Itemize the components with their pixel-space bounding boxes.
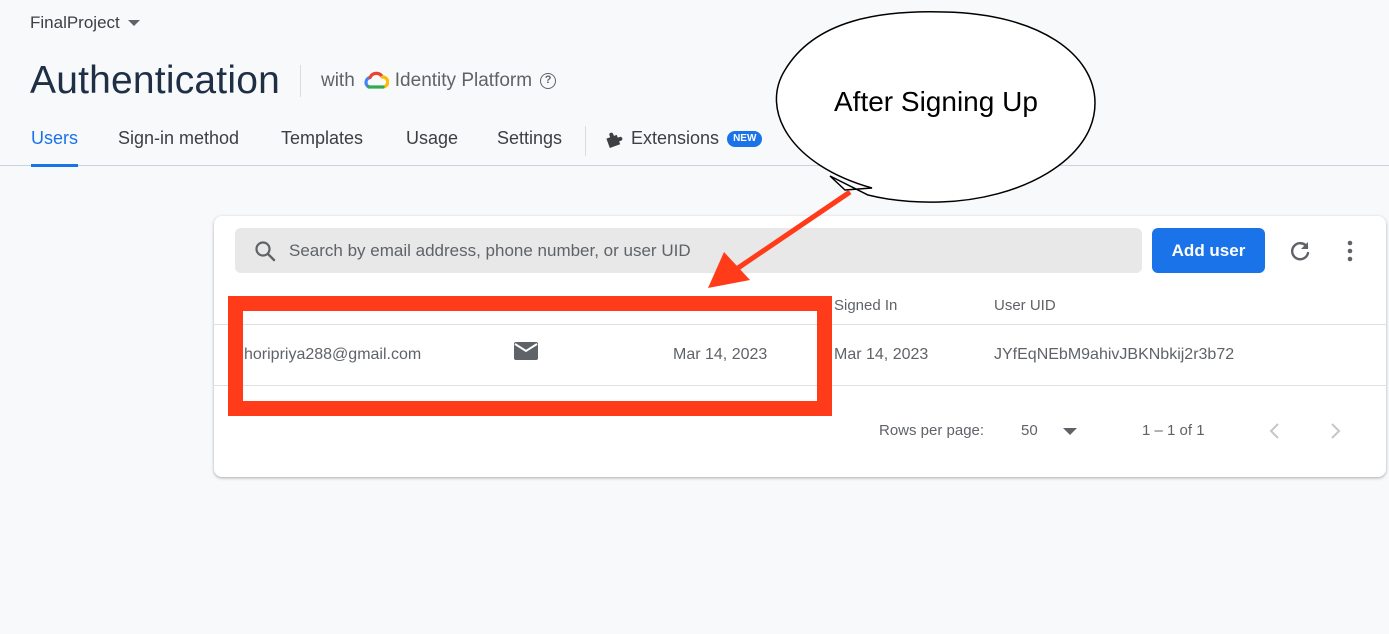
column-header-signed-in[interactable]: Signed In [834, 297, 897, 314]
google-cloud-icon [364, 71, 389, 89]
tab-templates[interactable]: Templates [281, 128, 363, 166]
header-divider [299, 65, 301, 97]
user-signed-in-date: Mar 14, 2023 [834, 346, 929, 363]
user-uid: JYfEqNEbM9ahivJBKNbkij2r3b72 [994, 346, 1235, 363]
tab-usage[interactable]: Usage [406, 128, 458, 166]
chevron-down-icon [1063, 428, 1077, 435]
pagination-range: 1 – 1 of 1 [1142, 422, 1205, 439]
tab-settings[interactable]: Settings [497, 128, 562, 166]
tab-label: Sign-in method [118, 128, 240, 148]
tab-bar: Users Sign-in method Templates Usage Set… [0, 118, 1389, 167]
platform-label: Identity Platform [394, 70, 533, 91]
page-title: Authentication [30, 59, 280, 102]
tab-extensions[interactable]: Extensions NEW [605, 128, 763, 166]
with-label: with [320, 70, 355, 91]
column-header-user-uid[interactable]: User UID [994, 297, 1056, 314]
tab-label: Usage [406, 128, 459, 148]
tab-label: Extensions [631, 128, 720, 148]
help-circle-icon[interactable]: ? [540, 73, 557, 89]
new-badge: NEW [727, 131, 763, 147]
tab-divider [585, 126, 586, 156]
tab-label: Settings [497, 128, 563, 148]
more-vert-icon[interactable] [1340, 238, 1360, 264]
annotation-bubble-text: After Signing Up [834, 86, 1038, 117]
project-selector[interactable]: FinalProject [30, 13, 140, 33]
search-field[interactable]: Search by email address, phone number, o… [235, 228, 1142, 273]
refresh-icon[interactable] [1287, 238, 1313, 264]
tab-sign-in-method[interactable]: Sign-in method [118, 128, 239, 166]
tab-users[interactable]: Users [31, 128, 79, 167]
page-header: Authentication with Identity Platform ? [30, 58, 557, 104]
rows-per-page-value: 50 [1021, 422, 1038, 439]
search-input[interactable]: Search by email address, phone number, o… [289, 241, 691, 261]
puzzle-icon [606, 132, 623, 148]
chevron-right-icon[interactable] [1328, 421, 1342, 441]
project-name: FinalProject [30, 13, 120, 32]
rows-per-page-label: Rows per page: [879, 422, 985, 439]
annotation-highlight-box [228, 296, 832, 416]
tab-label: Users [31, 128, 79, 148]
chevron-left-icon[interactable] [1268, 421, 1282, 441]
add-user-button[interactable]: Add user [1152, 228, 1265, 273]
search-icon [255, 240, 276, 261]
tab-label: Templates [281, 128, 364, 148]
chevron-down-icon [127, 20, 140, 26]
